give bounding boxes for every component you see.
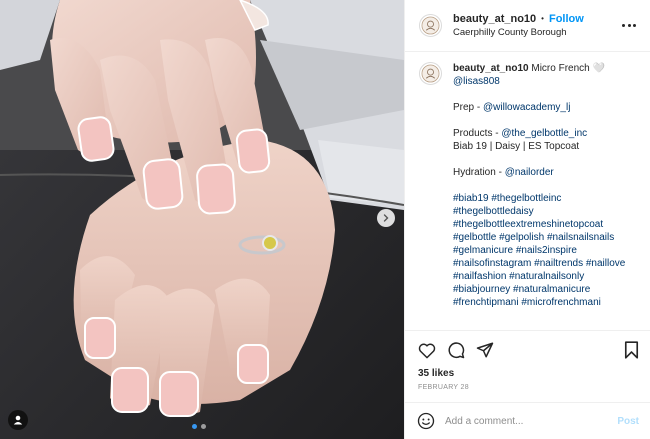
hashtag-link[interactable]: #nails2inspire	[516, 245, 577, 256]
more-dot	[633, 23, 636, 27]
action-bar: 35 likes FEBRUARY 28	[405, 330, 650, 402]
hashtag-link[interactable]: #nailfashion	[453, 271, 506, 282]
hashtag-link[interactable]: #nailsnailsnails	[547, 232, 614, 243]
caption-text: beauty_at_no10 Micro French 🤍 @lisas808 …	[453, 62, 641, 309]
products-label: Products -	[453, 128, 502, 139]
comment-bar: Post	[405, 402, 650, 439]
likes-count[interactable]: 35 likes	[417, 368, 641, 379]
hashtag-link[interactable]: #nailtrends	[534, 258, 583, 269]
hashtag-link[interactable]: #frenchtipmani	[453, 297, 519, 308]
hashtag-link[interactable]: #biabjourney	[453, 284, 510, 295]
post-comment-button[interactable]: Post	[617, 416, 639, 427]
products-detail: Biab 19 | Daisy | ES Topcoat	[453, 141, 580, 152]
more-dot	[627, 23, 631, 27]
header-username[interactable]: beauty_at_no10	[453, 12, 536, 26]
caption-title: Micro French 🤍	[531, 63, 605, 74]
post-date: FEBRUARY 28	[418, 384, 469, 391]
like-button[interactable]	[417, 340, 437, 360]
caption-avatar[interactable]	[419, 62, 442, 85]
prep-link[interactable]: @willowacademy_lj	[483, 102, 570, 113]
hashtag-link[interactable]: #gelmanicure	[453, 245, 513, 256]
heart-icon	[418, 343, 436, 358]
carousel-next-button[interactable]	[377, 209, 395, 227]
more-dot	[622, 23, 625, 27]
carousel-indicator	[192, 424, 206, 429]
products-link[interactable]: @the_gelbottle_inc	[501, 128, 587, 139]
location-link[interactable]: Caerphilly County Borough	[453, 26, 584, 40]
hashtag-link[interactable]: #nailsofinstagram	[453, 258, 531, 269]
comment-button[interactable]	[446, 340, 466, 360]
comment-input[interactable]	[445, 415, 618, 427]
share-button[interactable]	[475, 340, 495, 360]
prep-label: Prep -	[453, 102, 484, 113]
chevron-right-icon	[383, 214, 389, 222]
comment-icon	[448, 342, 465, 359]
hashtag-link[interactable]: #naillove	[586, 258, 625, 269]
follow-button[interactable]: Follow	[549, 12, 584, 26]
hydration-link[interactable]: @nailorder	[505, 167, 554, 178]
tagged-users-button[interactable]	[8, 410, 28, 430]
share-icon	[476, 342, 494, 358]
hashtag-link[interactable]: #microfrenchmani	[521, 297, 600, 308]
hashtag-link[interactable]: #gelbottle	[453, 232, 496, 243]
caption-username[interactable]: beauty_at_no10	[453, 63, 529, 74]
caption-section: beauty_at_no10 Micro French 🤍 @lisas808 …	[405, 52, 650, 330]
hashtag-link[interactable]: #naturalmanicure	[513, 284, 590, 295]
user-icon	[13, 415, 23, 425]
hashtag-list: #biab19 #thegelbottleinc #thegelbottleda…	[453, 192, 641, 309]
post-details-panel: beauty_at_no10 • Follow Caerphilly Count…	[404, 0, 650, 439]
hashtag-link[interactable]: #gelpolish	[499, 232, 544, 243]
profile-logo-icon	[421, 64, 440, 83]
profile-logo-icon	[421, 16, 440, 35]
save-button[interactable]	[621, 340, 641, 360]
post-header: beauty_at_no10 • Follow Caerphilly Count…	[405, 0, 650, 52]
mention-link[interactable]: @lisas808	[453, 76, 500, 87]
hashtag-link[interactable]: #thegelbottledaisy	[453, 206, 534, 217]
hashtag-link[interactable]: #naturalnailsonly	[509, 271, 584, 282]
hashtag-link[interactable]: #thegelbottleextremeshinetopcoat	[453, 219, 603, 230]
more-options-icon[interactable]	[622, 20, 636, 30]
nails-photo-illustration	[0, 0, 404, 439]
hashtag-link[interactable]: #biab19	[453, 193, 489, 204]
bookmark-icon	[624, 341, 638, 359]
carousel-dot-1	[192, 424, 197, 429]
smiley-icon[interactable]	[417, 412, 435, 430]
hydration-label: Hydration -	[453, 167, 505, 178]
separator-dot: •	[541, 13, 544, 23]
post-photo[interactable]	[0, 0, 404, 439]
avatar[interactable]	[419, 14, 442, 37]
hashtag-link[interactable]: #thegelbottleinc	[491, 193, 561, 204]
carousel-dot-2	[201, 424, 206, 429]
